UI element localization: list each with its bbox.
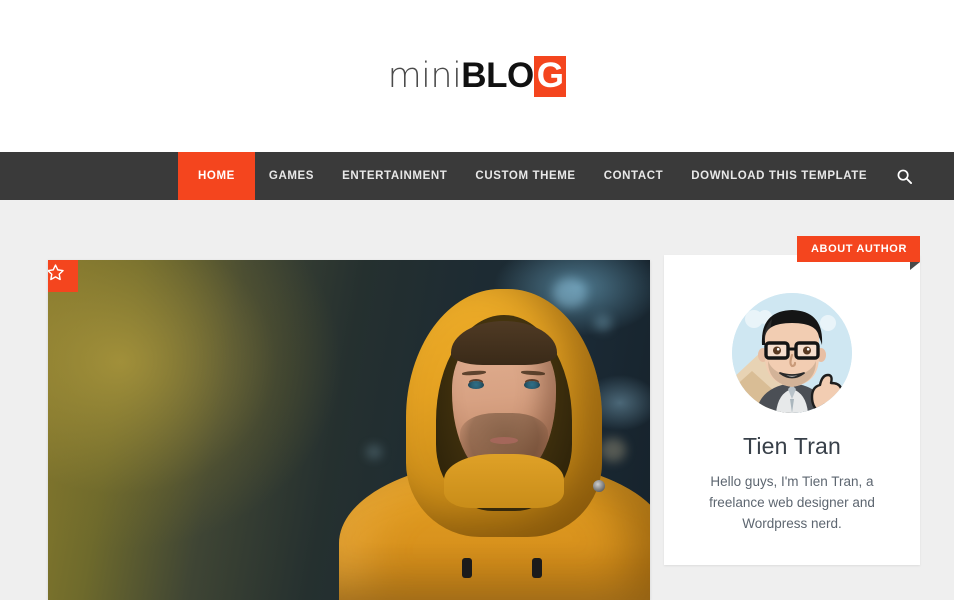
search-icon	[897, 169, 913, 184]
search-button[interactable]	[881, 152, 928, 200]
nav-item-contact[interactable]: CONTACT	[590, 152, 678, 200]
coat-snap-button	[593, 480, 605, 492]
author-bio: Hello guys, I'm Tien Tran, a freelance w…	[709, 474, 875, 531]
coat-toggle-left	[462, 558, 472, 578]
nav-item-download-this-template[interactable]: DOWNLOAD THIS TEMPLATE	[677, 152, 881, 200]
featured-post[interactable]	[48, 260, 650, 600]
site-header: mini BLO G	[0, 0, 954, 152]
logo-text-mini: mini	[387, 55, 462, 96]
logo-text-g: G	[533, 55, 567, 97]
featured-star-badge[interactable]	[48, 260, 78, 292]
coat-toggle-right	[532, 558, 542, 578]
about-author-body: Tien Tran Hello guys, I'm Tien Tran, a f…	[664, 255, 920, 565]
nav-item-entertainment[interactable]: ENTERTAINMENT	[328, 152, 461, 200]
nav-item-home[interactable]: HOME	[178, 152, 255, 200]
author-avatar-cartoon-icon	[732, 293, 852, 413]
hooded-figure	[339, 285, 650, 600]
about-author-widget: ABOUT AUTHOR Tien Tran Hello guys, I'm T…	[664, 236, 921, 565]
eye-right	[524, 381, 540, 389]
page-content: ABOUT AUTHOR Tien Tran Hello guys, I'm T…	[0, 200, 954, 600]
raincoat-collar	[444, 454, 564, 508]
sidebar: ABOUT AUTHOR Tien Tran Hello guys, I'm T…	[664, 236, 921, 600]
mouth	[490, 437, 518, 444]
author-name: Tien Tran	[742, 433, 842, 459]
about-author-tab[interactable]: ABOUT AUTHOR	[796, 236, 921, 270]
featured-post-image[interactable]	[48, 260, 650, 600]
nav-item-custom-theme[interactable]: CUSTOM THEME	[461, 152, 589, 200]
nav-item-games[interactable]: GAMES	[255, 152, 328, 200]
site-logo[interactable]: mini BLO G	[387, 55, 567, 97]
eye-left	[468, 381, 484, 389]
main-navigation: HOME GAMES ENTERTAINMENT CUSTOM THEME CO…	[0, 152, 954, 200]
star-icon	[48, 263, 65, 282]
logo-text-blo: BLO	[461, 55, 534, 95]
avatar	[732, 293, 852, 413]
